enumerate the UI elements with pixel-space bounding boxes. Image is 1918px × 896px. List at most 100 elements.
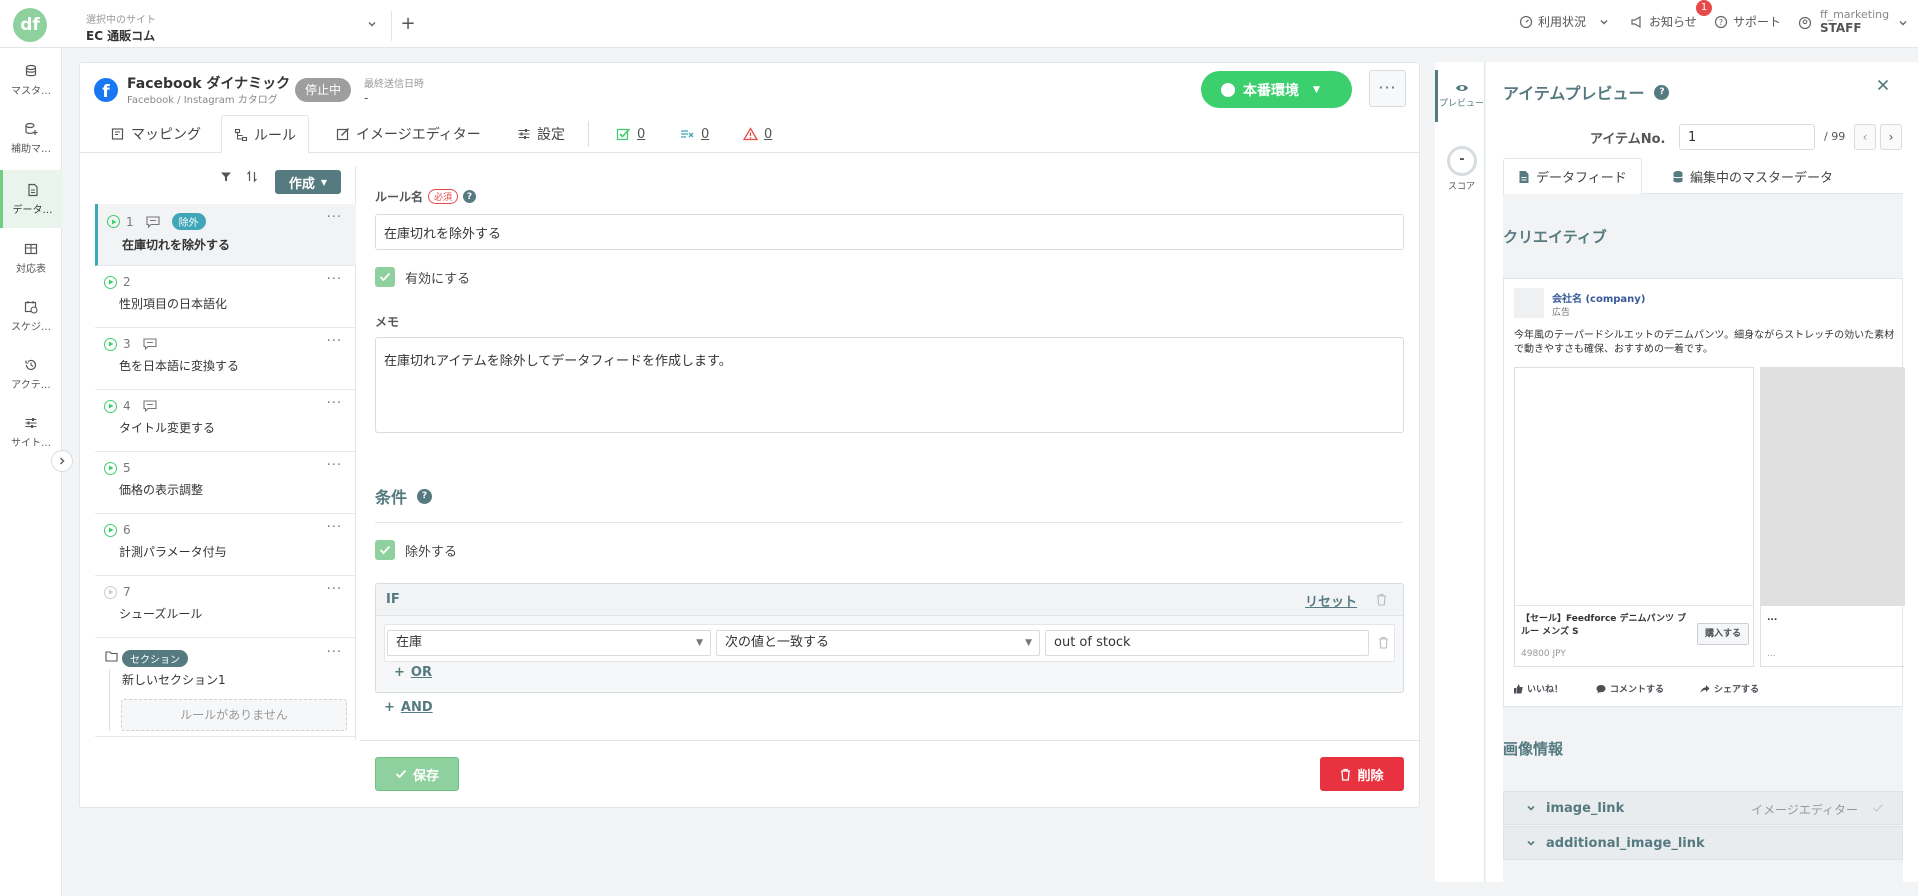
caret-down-icon: ▼: [696, 638, 703, 648]
nav-item-data-feed[interactable]: データ…: [0, 170, 62, 228]
create-label: 作成: [288, 176, 315, 192]
filter-icon[interactable]: [220, 171, 232, 183]
save-button[interactable]: 保存: [375, 757, 459, 791]
next-item-button[interactable]: ›: [1880, 124, 1902, 150]
user-icon-wrap: [1798, 16, 1812, 30]
usage-menu[interactable]: 利用状況: [1519, 13, 1609, 30]
add-or-button[interactable]: + OR: [394, 665, 432, 680]
field-select[interactable]: 在庫 ▼: [387, 630, 711, 656]
reset-link[interactable]: リセット: [1305, 591, 1357, 610]
rule-menu-icon[interactable]: ···: [327, 210, 342, 225]
site-selector[interactable]: 選択中のサイト EC 通販コム: [86, 11, 392, 43]
rule-item[interactable]: 5 価格の表示調整 ···: [95, 452, 356, 514]
preview-side-tab[interactable]: プレビュー: [1435, 70, 1485, 122]
nav-label: 対応表: [16, 263, 46, 275]
section-name[interactable]: 新しいセクション1: [122, 671, 226, 688]
comment-action[interactable]: コメントする: [1596, 682, 1664, 695]
form-footer-divider: [360, 740, 1420, 741]
more-options-button[interactable]: ···: [1369, 70, 1406, 107]
rule-title: 計測パラメータ付与: [119, 545, 227, 559]
nav-item-activity[interactable]: アクテ…: [0, 348, 62, 400]
tab-settings[interactable]: 設定: [505, 115, 577, 153]
environment-button[interactable]: 本番環境 ▼: [1201, 71, 1352, 108]
help-icon[interactable]: ?: [1654, 84, 1670, 100]
item-no-input[interactable]: 1: [1679, 124, 1815, 150]
rule-item[interactable]: 3 色を日本語に変換する ···: [95, 328, 356, 390]
tab-rule[interactable]: ルール: [221, 115, 309, 154]
section-menu-icon[interactable]: ···: [327, 645, 342, 660]
app-logo[interactable]: df: [13, 8, 47, 42]
rule-item[interactable]: 7 シューズルール ···: [95, 576, 356, 638]
nav-item-mapping-table[interactable]: 対応表: [0, 232, 62, 284]
rule-name-input[interactable]: 在庫切れを除外する: [375, 214, 1404, 250]
user-menu[interactable]: ff_marketing STAFF: [1820, 8, 1889, 35]
enable-checkbox[interactable]: [375, 267, 395, 287]
trash-icon[interactable]: [1378, 636, 1389, 649]
value-input[interactable]: out of stock: [1045, 630, 1369, 656]
rule-tree-icon: [234, 128, 248, 142]
rule-menu-icon[interactable]: ···: [327, 334, 342, 349]
carousel-card[interactable]: ... ...: [1760, 367, 1905, 667]
check-list-icon: [616, 127, 631, 141]
like-action[interactable]: いいね！: [1513, 682, 1563, 695]
rule-menu-icon[interactable]: ···: [327, 458, 342, 473]
support-menu[interactable]: ? サポート: [1714, 13, 1781, 30]
exclude-count-link[interactable]: 0: [680, 115, 709, 153]
nav-item-sub-master[interactable]: 補助マ…: [0, 112, 62, 164]
nav-item-site-settings[interactable]: サイト…: [0, 406, 62, 458]
carousel-card[interactable]: 【セール】Feedforce デニムパンツ ブルー メンズ S 49800 JP…: [1514, 367, 1754, 667]
nav-item-master[interactable]: マスタ…: [0, 54, 62, 106]
enable-checkbox-row[interactable]: 有効にする: [375, 267, 470, 287]
warning-count-link[interactable]: 0: [743, 115, 772, 153]
rule-menu-icon[interactable]: ···: [327, 396, 342, 411]
help-icon[interactable]: ?: [417, 488, 433, 504]
rule-menu-icon[interactable]: ···: [327, 272, 342, 287]
tab-master-data[interactable]: 編集中のマスターデータ: [1658, 158, 1847, 195]
add-site-button[interactable]: +: [393, 12, 423, 36]
list-x-icon: [680, 127, 695, 141]
rule-item[interactable]: 2 性別項目の日本語化 ···: [95, 266, 356, 328]
exclude-checkbox-row[interactable]: 除外する: [375, 540, 457, 560]
rule-number: 3: [123, 337, 131, 351]
delete-button[interactable]: 削除: [1320, 757, 1404, 791]
tab-mapping[interactable]: マッピング: [99, 115, 213, 153]
nav-item-schedule[interactable]: スケジ…: [0, 290, 62, 342]
trash-icon[interactable]: [1376, 593, 1387, 606]
advertiser-avatar: [1514, 288, 1544, 318]
database-icon: [1672, 170, 1684, 184]
notice-menu[interactable]: お知らせ: [1630, 13, 1697, 30]
memo-textarea[interactable]: 在庫切れアイテムを除外してデータフィードを作成します。: [375, 337, 1404, 433]
section-empty-placeholder: ルールがありません: [121, 699, 347, 731]
check-count-link[interactable]: 0: [616, 115, 645, 153]
add-and-button[interactable]: + AND: [384, 700, 433, 715]
database-icon: [24, 64, 38, 78]
prev-item-button[interactable]: ‹: [1854, 124, 1876, 150]
create-rule-button[interactable]: 作成 ▼: [275, 170, 341, 194]
image-editor-link[interactable]: イメージエディター: [1751, 801, 1858, 818]
close-icon[interactable]: [1877, 79, 1889, 91]
section-divider: [109, 669, 110, 731]
tab-image-editor[interactable]: イメージエディター: [324, 115, 493, 153]
chevron-down-icon: [1599, 17, 1609, 27]
score-gauge[interactable]: -: [1447, 146, 1477, 176]
rule-list-toolbar: [220, 170, 258, 183]
buy-button[interactable]: 購入する: [1697, 623, 1749, 645]
tab-data-feed[interactable]: データフィード: [1503, 158, 1642, 195]
chevron-down-icon[interactable]: [1898, 18, 1908, 28]
rule-menu-icon[interactable]: ···: [327, 582, 342, 597]
condition-divider: [375, 522, 1403, 523]
nav-expand-toggle[interactable]: [51, 450, 73, 472]
rule-item[interactable]: 1 除外 在庫切れを除外する ···: [95, 204, 356, 266]
sort-icon[interactable]: [246, 170, 258, 183]
environment-label: 本番環境: [1243, 82, 1299, 99]
rule-item[interactable]: 4 タイトル変更する ···: [95, 390, 356, 452]
share-action[interactable]: シェアする: [1700, 682, 1759, 695]
rule-menu-icon[interactable]: ···: [327, 520, 342, 535]
help-icon[interactable]: ?: [463, 190, 477, 203]
image-link-row[interactable]: image_link イメージエディター: [1503, 791, 1903, 825]
rule-item[interactable]: 6 計測パラメータ付与 ···: [95, 514, 356, 576]
operator-select[interactable]: 次の値と一致する ▼: [716, 630, 1040, 656]
additional-image-link-row[interactable]: additional_image_link: [1503, 826, 1903, 860]
last-sent-label: 最終送信日時: [364, 79, 424, 90]
exclude-checkbox[interactable]: [375, 540, 395, 560]
